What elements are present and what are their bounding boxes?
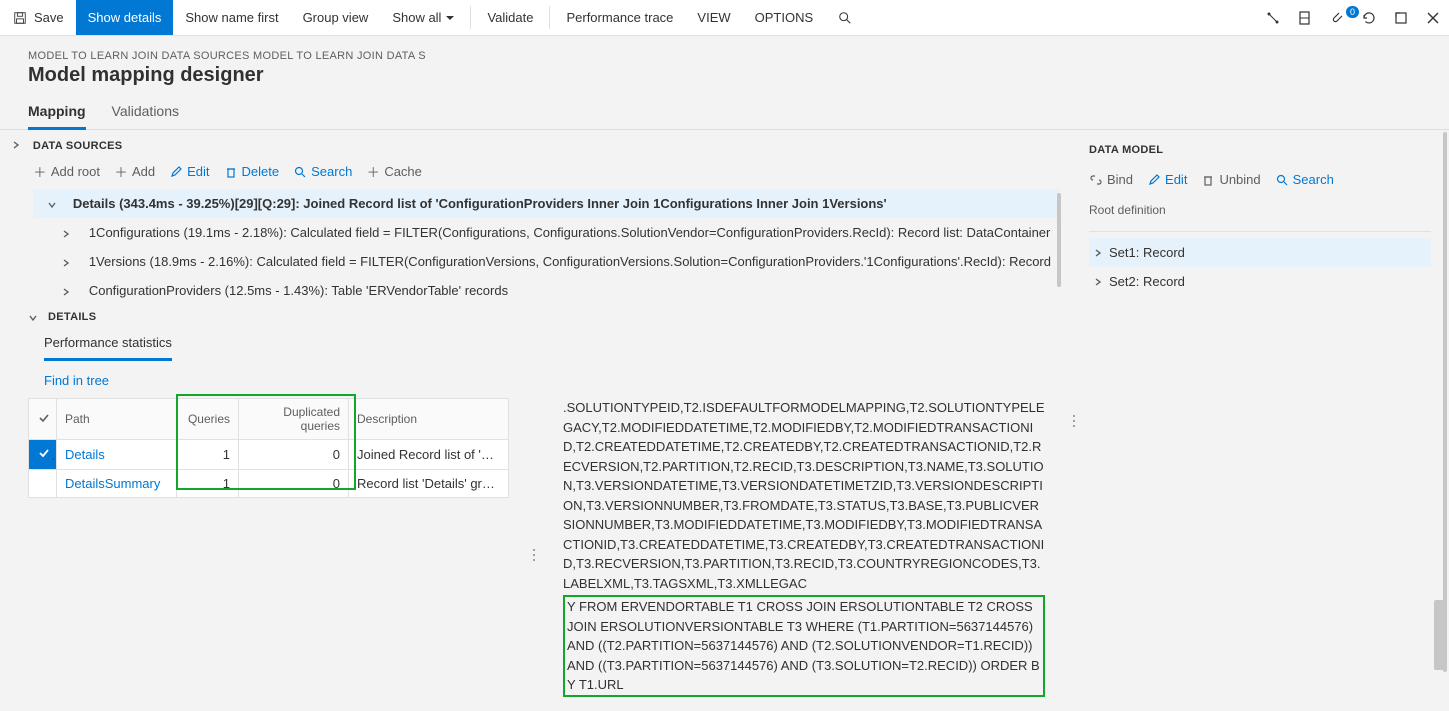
- data-model-header: DATA MODEL: [1089, 140, 1431, 168]
- col-select[interactable]: [29, 399, 57, 440]
- sql-panel: .SOLUTIONTYPEID,T2.ISDEFAULTFORMODELMAPP…: [559, 398, 1059, 711]
- dm-edit-button[interactable]: Edit: [1147, 172, 1187, 187]
- link-icon: [1089, 173, 1103, 187]
- cell-dup: 0: [239, 440, 349, 470]
- save-icon: [12, 10, 28, 26]
- validate-button[interactable]: Validate: [475, 0, 545, 35]
- show-details-label: Show details: [88, 10, 162, 25]
- chevron-right-icon[interactable]: [61, 285, 73, 297]
- show-all-dropdown[interactable]: Show all: [380, 0, 466, 35]
- sql-scrollbar[interactable]: [1434, 480, 1446, 690]
- group-view-button[interactable]: Group view: [291, 0, 381, 35]
- tree-scrollbar[interactable]: [1057, 193, 1061, 287]
- plus-icon: ＋: [366, 165, 380, 179]
- search-icon: [293, 165, 307, 179]
- tree-row-details[interactable]: Details (343.4ms - 39.25%)[29][Q:29]: Jo…: [33, 189, 1059, 218]
- trash-icon: [1201, 173, 1215, 187]
- cell-queries: 1: [177, 440, 239, 470]
- search-icon: [1275, 173, 1289, 187]
- search-button[interactable]: [825, 0, 865, 35]
- table-row[interactable]: Details 1 0 Joined Record list of 'Confi…: [29, 440, 509, 470]
- tab-validations[interactable]: Validations: [112, 103, 179, 129]
- col-duplicated-queries[interactable]: Duplicated queries: [239, 399, 349, 440]
- tree-row-1versions[interactable]: 1Versions (18.9ms - 2.16%): Calculated f…: [33, 247, 1059, 276]
- plus-icon: ＋: [114, 165, 128, 179]
- tree-row-1configurations[interactable]: 1Configurations (19.1ms - 2.18%): Calcul…: [33, 218, 1059, 247]
- performance-statistics-tab[interactable]: Performance statistics: [44, 329, 172, 361]
- connector-icon[interactable]: [1257, 10, 1289, 26]
- tree-row-configurationproviders[interactable]: ConfigurationProviders (12.5ms - 1.43%):…: [33, 276, 1059, 305]
- tab-row: Mapping Validations: [0, 87, 1449, 130]
- dm-tree-row-set2[interactable]: Set2: Record: [1089, 267, 1431, 296]
- row-select[interactable]: [29, 470, 57, 498]
- breadcrumb: MODEL TO LEARN JOIN DATA SOURCES MODEL T…: [28, 50, 1449, 62]
- unbind-button[interactable]: Unbind: [1201, 172, 1260, 187]
- col-path[interactable]: Path: [57, 399, 177, 440]
- pencil-icon: [1147, 173, 1161, 187]
- sql-text-highlight: Y FROM ERVENDORTABLE T1 CROSS JOIN ERSOL…: [563, 595, 1045, 697]
- pencil-icon: [169, 165, 183, 179]
- root-definition-label: Root definition: [1089, 197, 1431, 225]
- collapse-data-sources[interactable]: [0, 130, 33, 305]
- find-in-tree-link[interactable]: Find in tree: [44, 373, 1059, 388]
- chevron-right-icon[interactable]: [1093, 277, 1103, 287]
- add-button[interactable]: ＋Add: [114, 164, 155, 179]
- bind-button[interactable]: Bind: [1089, 172, 1133, 187]
- cell-path[interactable]: Details: [57, 440, 177, 470]
- table-row[interactable]: DetailsSummary 1 0 Record list 'Details'…: [29, 470, 509, 498]
- delete-button[interactable]: Delete: [224, 164, 280, 179]
- close-button[interactable]: [1417, 11, 1449, 25]
- top-toolbar: Save Show details Show name first Group …: [0, 0, 1449, 36]
- cell-queries: 1: [177, 470, 239, 498]
- plus-icon: ＋: [33, 165, 47, 179]
- splitter[interactable]: [529, 398, 539, 711]
- performance-table: Path Queries Duplicated queries Descript…: [28, 398, 509, 498]
- chevron-right-icon[interactable]: [1093, 248, 1103, 258]
- performance-trace-button[interactable]: Performance trace: [554, 0, 685, 35]
- show-name-first-button[interactable]: Show name first: [173, 0, 290, 35]
- chevron-down-icon[interactable]: [47, 198, 59, 210]
- cell-dup: 0: [239, 470, 349, 498]
- show-details-button[interactable]: Show details: [76, 0, 174, 35]
- dm-search-button[interactable]: Search: [1275, 172, 1334, 187]
- search-icon: [837, 10, 853, 26]
- cell-desc: Joined Record list of 'ConfigurationProv…: [349, 440, 509, 470]
- edit-button[interactable]: Edit: [169, 164, 209, 179]
- attachments-button[interactable]: 0: [1321, 10, 1353, 26]
- tab-mapping[interactable]: Mapping: [28, 103, 86, 130]
- chevron-right-icon[interactable]: [61, 227, 73, 239]
- options-menu[interactable]: OPTIONS: [743, 0, 826, 35]
- cell-path[interactable]: DetailsSummary: [57, 470, 177, 498]
- office-icon[interactable]: [1289, 10, 1321, 26]
- col-description[interactable]: Description: [349, 399, 509, 440]
- row-select[interactable]: [29, 440, 57, 470]
- main-splitter[interactable]: [1069, 401, 1079, 441]
- save-button[interactable]: Save: [0, 0, 76, 35]
- ds-search-button[interactable]: Search: [293, 164, 352, 179]
- view-menu[interactable]: VIEW: [685, 0, 742, 35]
- attachments-count: 0: [1346, 6, 1359, 18]
- dm-tree-row-set1[interactable]: Set1: Record: [1089, 238, 1431, 267]
- sql-text-top: .SOLUTIONTYPEID,T2.ISDEFAULTFORMODELMAPP…: [563, 400, 1045, 591]
- add-root-button[interactable]: ＋Add root: [33, 164, 100, 179]
- page-title: Model mapping designer: [28, 64, 1449, 87]
- chevron-down-icon[interactable]: [28, 311, 40, 323]
- cell-desc: Record list 'Details' group by: [349, 470, 509, 498]
- trash-icon: [224, 165, 238, 179]
- cache-button[interactable]: ＋Cache: [366, 164, 422, 179]
- details-header: DETAILS: [48, 311, 96, 323]
- col-queries[interactable]: Queries: [177, 399, 239, 440]
- data-sources-header: DATA SOURCES: [33, 130, 1059, 160]
- save-label: Save: [34, 10, 64, 25]
- popout-button[interactable]: [1385, 10, 1417, 26]
- chevron-right-icon[interactable]: [61, 256, 73, 268]
